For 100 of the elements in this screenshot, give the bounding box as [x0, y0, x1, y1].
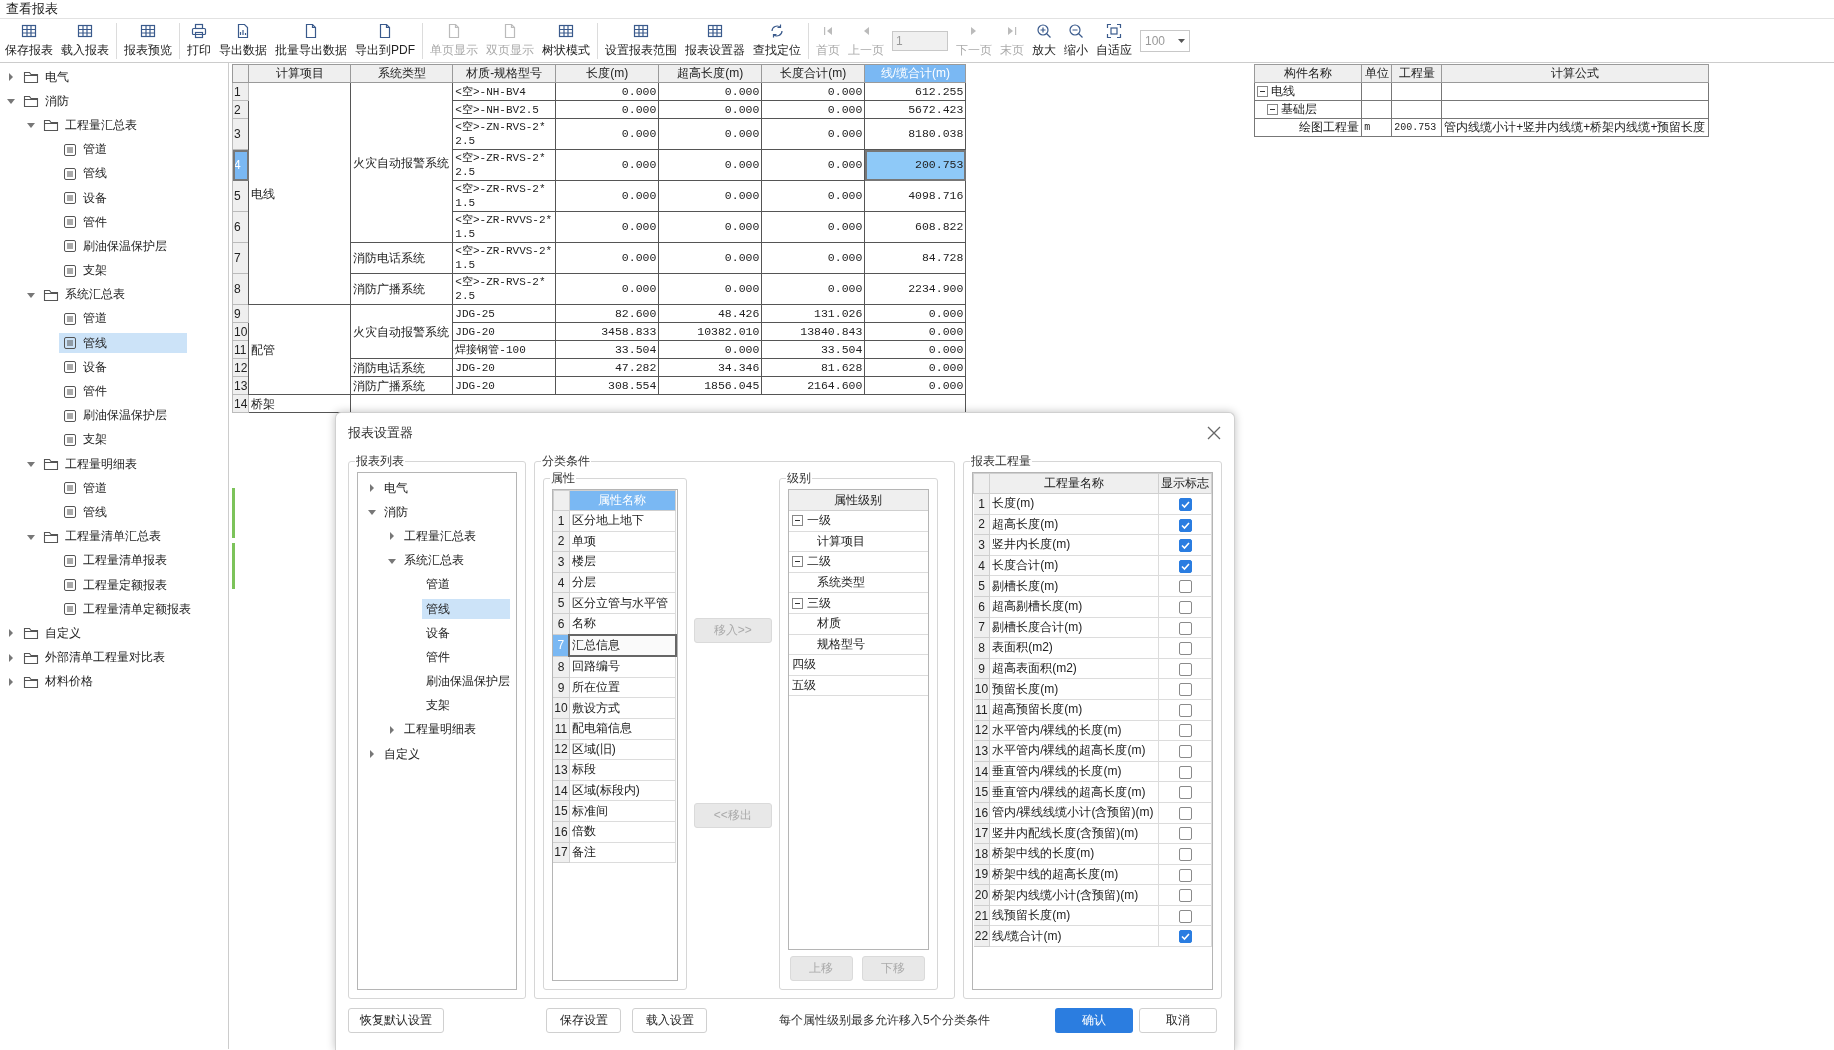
toolbar-button[interactable]: 查找定位	[749, 20, 805, 61]
tree-item[interactable]: 电气	[19, 67, 147, 88]
checkbox[interactable]	[1178, 724, 1192, 738]
list-item[interactable]: 一级	[806, 512, 831, 530]
tree-item[interactable]: 系统汇总表	[39, 284, 167, 305]
table-cell[interactable]: 0.000	[864, 322, 966, 341]
tree-item[interactable]: 电气	[380, 478, 468, 499]
tree-item[interactable]: 支架	[59, 260, 187, 281]
list-item[interactable]: 材质	[816, 615, 841, 633]
list-item[interactable]: 计算项目	[816, 532, 865, 550]
collapse-toggle-icon[interactable]	[791, 597, 803, 609]
checkbox[interactable]	[1178, 621, 1192, 635]
table-cell[interactable]: 0.000	[864, 358, 966, 377]
collapse-toggle-icon[interactable]	[1257, 86, 1269, 97]
list-item[interactable]: 倍数	[569, 821, 676, 842]
list-item[interactable]: 规格型号	[816, 635, 865, 653]
dialog-button[interactable]: 恢复默认设置	[348, 1007, 444, 1033]
tree-item[interactable]: 工程量汇总表	[400, 526, 488, 547]
toolbar-button[interactable]: 批量导出数据	[271, 20, 351, 61]
collapse-toggle-icon[interactable]	[791, 556, 803, 568]
list-item[interactable]: 所在位置	[569, 677, 676, 698]
checkbox[interactable]	[1178, 703, 1192, 717]
tree-item[interactable]: 消防	[380, 502, 468, 523]
list-item[interactable]: 五级	[791, 677, 816, 695]
tree-item[interactable]: 工程量汇总表	[39, 115, 167, 136]
tree-item[interactable]: 系统汇总表	[400, 550, 488, 571]
table-cell[interactable]: 0.000	[864, 340, 966, 359]
list-item[interactable]: 区域(旧)	[569, 739, 676, 760]
tree-item[interactable]: 管件	[59, 212, 187, 233]
collapse-toggle-icon[interactable]	[791, 515, 803, 527]
toolbar-button[interactable]: 载入报表	[57, 20, 113, 61]
toolbar-button[interactable]: 导出到PDF	[351, 20, 419, 61]
toolbar-button[interactable]: 缩小	[1060, 20, 1092, 61]
tree-item[interactable]: 管道	[59, 139, 187, 160]
list-item[interactable]: 楼层	[569, 551, 676, 573]
tree-item[interactable]: 工程量明细表	[400, 719, 488, 740]
checkbox[interactable]	[1178, 600, 1192, 614]
toolbar-button[interactable]: 导出数据	[215, 20, 271, 61]
tree-item[interactable]: 自定义	[19, 623, 147, 644]
column-header[interactable]: 系统类型	[350, 64, 453, 83]
checkbox[interactable]	[1178, 848, 1192, 862]
tree-item[interactable]: 工程量明细表	[39, 454, 167, 475]
checkbox[interactable]	[1178, 909, 1192, 923]
checkbox[interactable]	[1178, 765, 1192, 779]
list-item[interactable]: 区分地上地下	[569, 510, 676, 532]
toolbar-button[interactable]: 树状模式	[538, 20, 594, 61]
tree-item[interactable]: 消防	[19, 91, 147, 112]
toolbar-button[interactable]: 报表预览	[120, 20, 176, 61]
table-cell[interactable]: 5672.423	[864, 100, 966, 119]
checkbox[interactable]	[1178, 827, 1192, 841]
column-header[interactable]: 长度合计(m)	[761, 64, 865, 83]
collapse-toggle-icon[interactable]	[1267, 104, 1279, 115]
list-item[interactable]: 系统类型	[816, 574, 865, 592]
tree-item[interactable]: 设备	[59, 357, 187, 378]
tree-item[interactable]: 管线	[59, 333, 187, 354]
checkbox[interactable]	[1178, 518, 1192, 532]
tree-item[interactable]: 外部清单工程量对比表	[19, 647, 169, 668]
table-cell[interactable]: 0.000	[864, 376, 966, 395]
confirm-button[interactable]: 确认	[1055, 1007, 1133, 1033]
list-item[interactable]: 分层	[569, 572, 676, 593]
list-item[interactable]: 汇总信息	[569, 634, 676, 657]
list-item[interactable]: 标段	[569, 759, 676, 781]
checkbox[interactable]	[1178, 539, 1192, 553]
tree-item[interactable]: 管件	[422, 647, 510, 668]
dialog-button[interactable]: 保存设置	[546, 1007, 621, 1033]
toolbar-button[interactable]: 设置报表范围	[601, 20, 681, 61]
checkbox[interactable]	[1178, 889, 1192, 903]
tree-item[interactable]: 支架	[59, 429, 187, 450]
tree-item[interactable]: 刷油保温保护层	[422, 671, 514, 692]
list-item[interactable]: 区分立管与水平管	[569, 592, 676, 614]
checkbox[interactable]	[1178, 683, 1192, 697]
tree-item[interactable]: 材料价格	[19, 671, 147, 692]
toolbar-button[interactable]: 自适应	[1092, 20, 1136, 61]
tree-item[interactable]: 设备	[422, 623, 510, 644]
tree-item[interactable]: 工程量定额报表	[59, 575, 187, 596]
list-item[interactable]: 区域(标段内)	[569, 780, 676, 801]
table-cell[interactable]: 612.255	[864, 82, 966, 101]
list-item[interactable]: 三级	[806, 594, 831, 612]
table-cell[interactable]: 2234.900	[864, 273, 966, 305]
tree-item[interactable]: 设备	[59, 188, 187, 209]
table-cell[interactable]: 84.728	[864, 242, 966, 274]
toolbar-button[interactable]: 保存报表	[1, 20, 57, 61]
list-item[interactable]: 单项	[569, 531, 676, 552]
column-header[interactable]: 计算项目	[248, 64, 351, 83]
tree-item[interactable]: 支架	[422, 695, 510, 716]
column-header[interactable]: 长度(m)	[555, 64, 659, 83]
tree-item[interactable]: 工程量清单汇总表	[39, 526, 167, 547]
table-cell[interactable]: 8180.038	[864, 118, 966, 150]
tree-item[interactable]: 管道	[59, 308, 187, 329]
checkbox[interactable]	[1178, 559, 1192, 573]
toolbar-button[interactable]: 打印	[183, 20, 215, 61]
toolbar-button[interactable]: 报表设置器	[681, 20, 749, 61]
checkbox[interactable]	[1178, 868, 1192, 882]
list-item[interactable]: 二级	[806, 553, 831, 571]
checkbox[interactable]	[1178, 930, 1192, 944]
list-item[interactable]: 回路编号	[569, 656, 676, 678]
checkbox[interactable]	[1178, 642, 1192, 656]
checkbox[interactable]	[1178, 745, 1192, 759]
tree-item[interactable]: 刷油保温保护层	[59, 405, 187, 426]
tree-item[interactable]: 管线	[422, 599, 510, 620]
